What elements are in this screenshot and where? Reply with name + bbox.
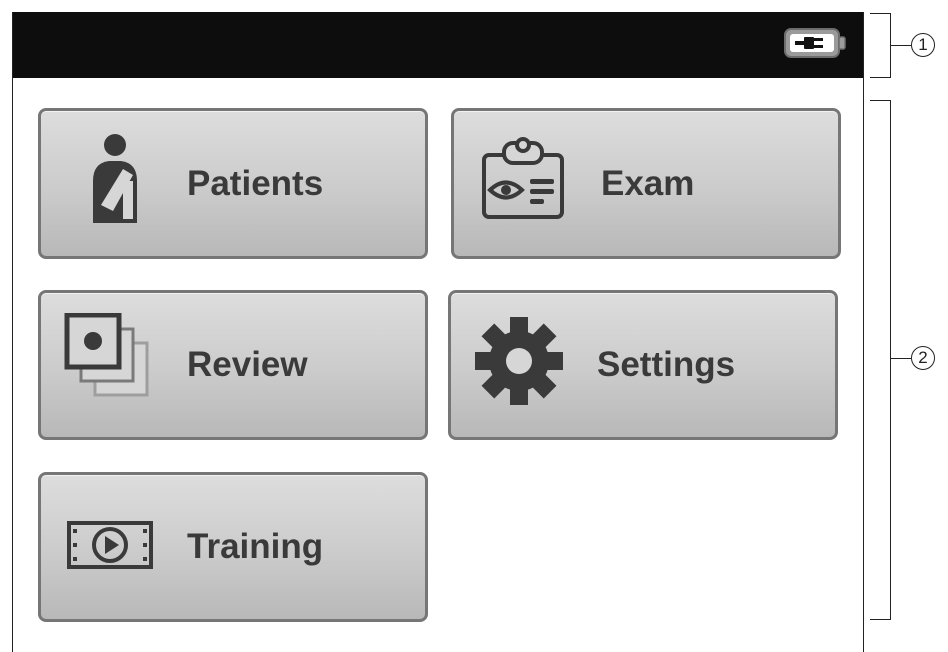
exam-clipboard-eye-icon (482, 137, 564, 219)
training-button[interactable]: Training (38, 472, 428, 622)
callout-marker-2: 2 (911, 346, 935, 370)
video-play-icon (67, 521, 153, 569)
device-screen: Patients Exam Review Settings Training (12, 12, 864, 652)
patients-label: Patients (187, 163, 324, 203)
callout-marker-1: 1 (911, 33, 935, 57)
callout-leader-1 (891, 45, 911, 46)
review-label: Review (187, 345, 308, 384)
patients-button[interactable]: Patients (38, 108, 428, 259)
callout-leader-2 (891, 358, 911, 359)
training-label: Training (187, 527, 324, 566)
callout-bracket-2 (870, 100, 891, 620)
battery-plugged-icon (784, 28, 846, 58)
review-image-stack-icon (64, 313, 149, 397)
settings-button[interactable]: Settings (448, 290, 838, 440)
patient-person-icon (93, 134, 137, 223)
gear-icon (475, 317, 563, 405)
settings-label: Settings (597, 345, 736, 384)
review-button[interactable]: Review (38, 290, 428, 440)
status-bar (13, 12, 863, 78)
exam-button[interactable]: Exam (451, 108, 841, 259)
exam-label: Exam (601, 163, 695, 203)
callout-bracket-1 (870, 13, 891, 78)
